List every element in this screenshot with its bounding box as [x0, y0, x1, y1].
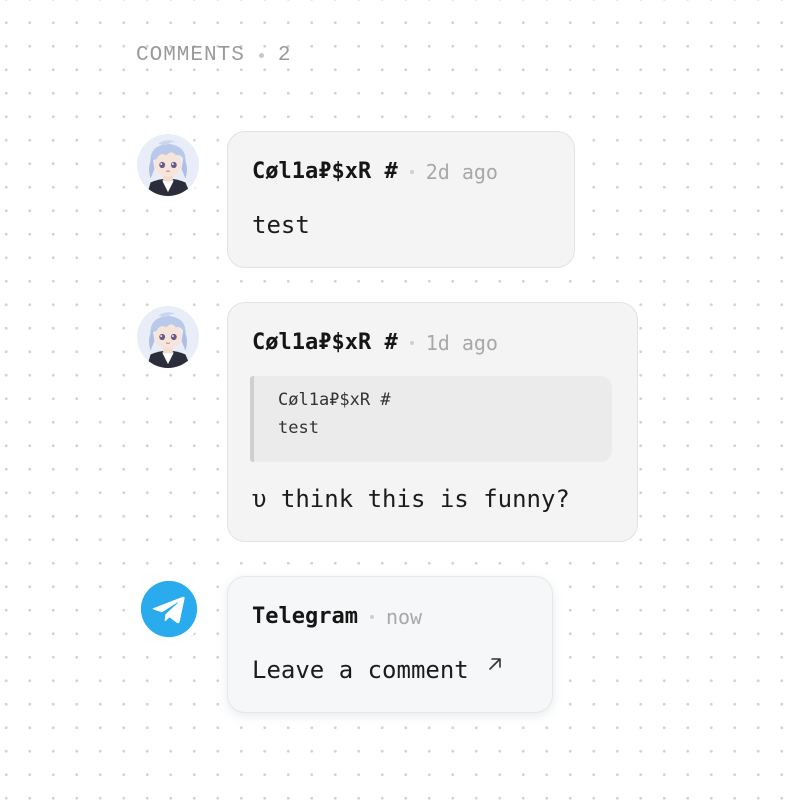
leave-comment-label: Leave a comment — [252, 656, 469, 684]
comment-1-avatar[interactable] — [137, 134, 199, 196]
comments-page: { "header": { "label": "COMMENTS", "coun… — [0, 0, 800, 800]
telegram-author: Telegram — [252, 604, 358, 629]
meta-separator — [369, 614, 374, 619]
comments-header: COMMENTS 2 — [136, 44, 291, 67]
comment-2-meta: Cøl1a₽$xR # 1d ago — [252, 330, 498, 355]
meta-separator — [409, 169, 414, 174]
meta-separator — [409, 340, 414, 345]
comment-text: υ think this is funny? — [252, 485, 570, 513]
comments-count: 2 — [277, 44, 292, 67]
comment-time: 2d ago — [425, 159, 498, 184]
leave-comment-link[interactable]: Leave a comment — [252, 656, 503, 684]
telegram-icon — [138, 578, 200, 640]
telegram-meta: Telegram now — [252, 604, 422, 629]
anime-avatar-icon — [137, 134, 199, 196]
anime-avatar-icon — [137, 306, 199, 368]
comment-2-bubble: Cøl1a₽$xR # 1d ago Cøl1a₽$xR # test υ th… — [227, 302, 638, 542]
comment-author[interactable]: Cøl1a₽$xR # — [252, 159, 398, 184]
quote-author: Cøl1a₽$xR # — [278, 390, 391, 410]
header-separator — [258, 53, 264, 58]
comment-time: 1d ago — [425, 330, 498, 355]
comment-1-bubble: Cøl1a₽$xR # 2d ago test — [227, 131, 575, 268]
quote-text: test — [278, 418, 319, 438]
comments-label: COMMENTS — [136, 44, 245, 67]
comment-1-meta: Cøl1a₽$xR # 2d ago — [252, 159, 498, 184]
comment-author[interactable]: Cøl1a₽$xR # — [252, 330, 398, 355]
comment-text: test — [252, 211, 310, 239]
reply-quote[interactable]: Cøl1a₽$xR # test — [250, 376, 612, 462]
telegram-avatar[interactable] — [138, 578, 200, 640]
telegram-bubble[interactable]: Telegram now Leave a comment — [227, 576, 553, 713]
external-arrow-icon — [488, 658, 501, 670]
telegram-time: now — [385, 604, 423, 629]
comment-2-avatar[interactable] — [137, 306, 199, 368]
